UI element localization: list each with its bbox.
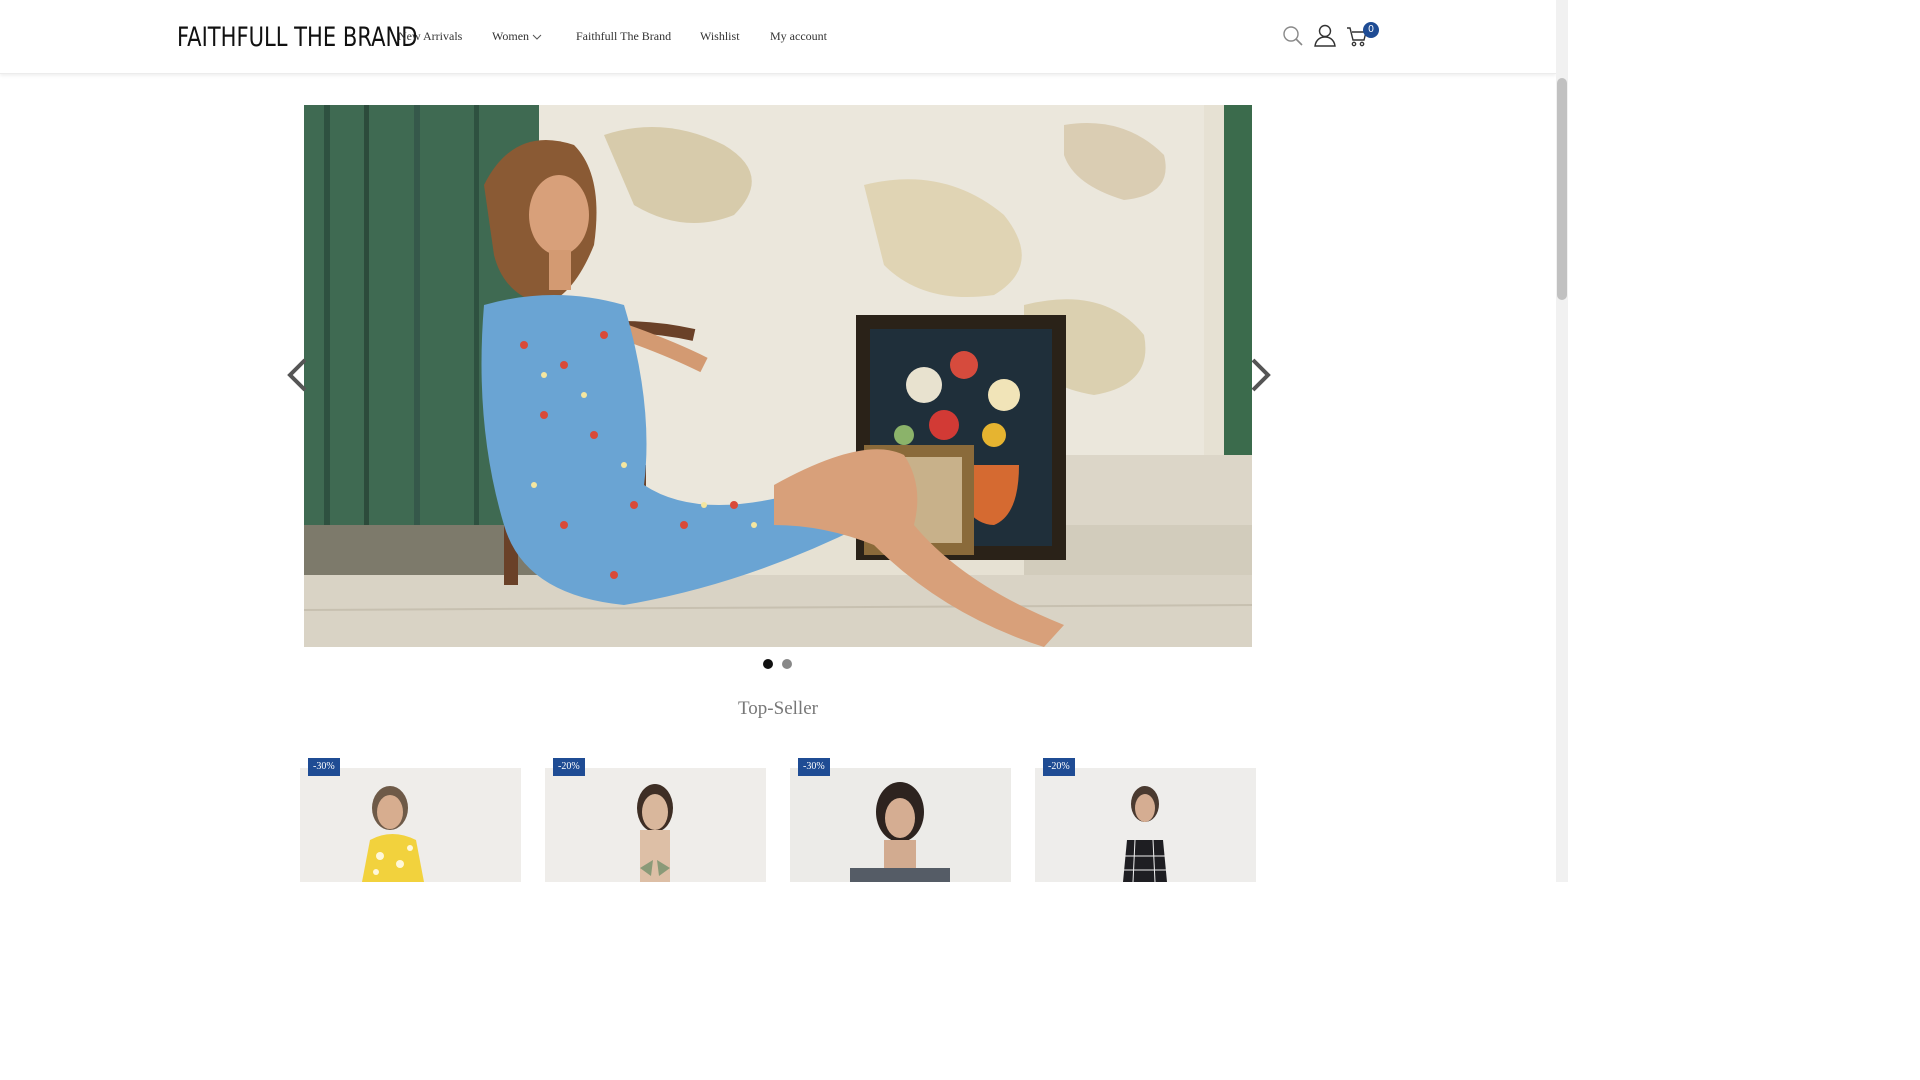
nav-item-label: My account: [770, 29, 827, 43]
user-icon[interactable]: [1314, 24, 1338, 48]
discount-badge: -30%: [798, 758, 830, 776]
slider-next-arrow[interactable]: [1251, 358, 1271, 392]
nav-item-wishlist[interactable]: Wishlist: [700, 28, 770, 44]
hero-slide-image[interactable]: [304, 105, 1252, 647]
nav-item-label: Women: [492, 29, 530, 43]
nav-item-label: New Arrivals: [398, 29, 463, 43]
product-image: [545, 768, 766, 882]
cart-count-badge: 0: [1363, 22, 1379, 38]
product-image: [1035, 768, 1256, 882]
discount-badge: -20%: [553, 758, 585, 776]
product-image: [790, 768, 1011, 882]
slider-prev-arrow[interactable]: [287, 358, 307, 392]
product-card[interactable]: [1035, 768, 1256, 882]
main-nav: New Arrivals Women Faithfull The Brand W…: [398, 28, 850, 44]
slider-pagination: [763, 659, 801, 669]
nav-item-faithfull-the-brand[interactable]: Faithfull The Brand: [576, 28, 700, 44]
nav-item-women[interactable]: Women: [492, 28, 576, 44]
discount-badge: -20%: [1043, 758, 1075, 776]
slider-dot[interactable]: [763, 659, 773, 669]
discount-badge: -30%: [308, 758, 340, 776]
product-card[interactable]: [790, 768, 1011, 882]
nav-item-my-account[interactable]: My account: [770, 28, 850, 44]
search-icon[interactable]: [1282, 25, 1306, 49]
section-title: Top-Seller: [738, 698, 818, 719]
slider-dot[interactable]: [782, 659, 792, 669]
nav-item-label: Wishlist: [700, 29, 740, 43]
product-image: [300, 768, 521, 882]
site-header: FAITHFULL THE BRAND New Arrivals Women F…: [0, 0, 1556, 74]
chevron-down-icon: [532, 28, 542, 44]
product-card[interactable]: [300, 768, 521, 882]
product-card[interactable]: [545, 768, 766, 882]
page-scrollbar-thumb[interactable]: [1557, 78, 1567, 300]
nav-item-label: Faithfull The Brand: [576, 29, 672, 43]
brand-logo[interactable]: FAITHFULL THE BRAND: [177, 22, 417, 54]
nav-item-new-arrivals[interactable]: New Arrivals: [398, 28, 492, 44]
